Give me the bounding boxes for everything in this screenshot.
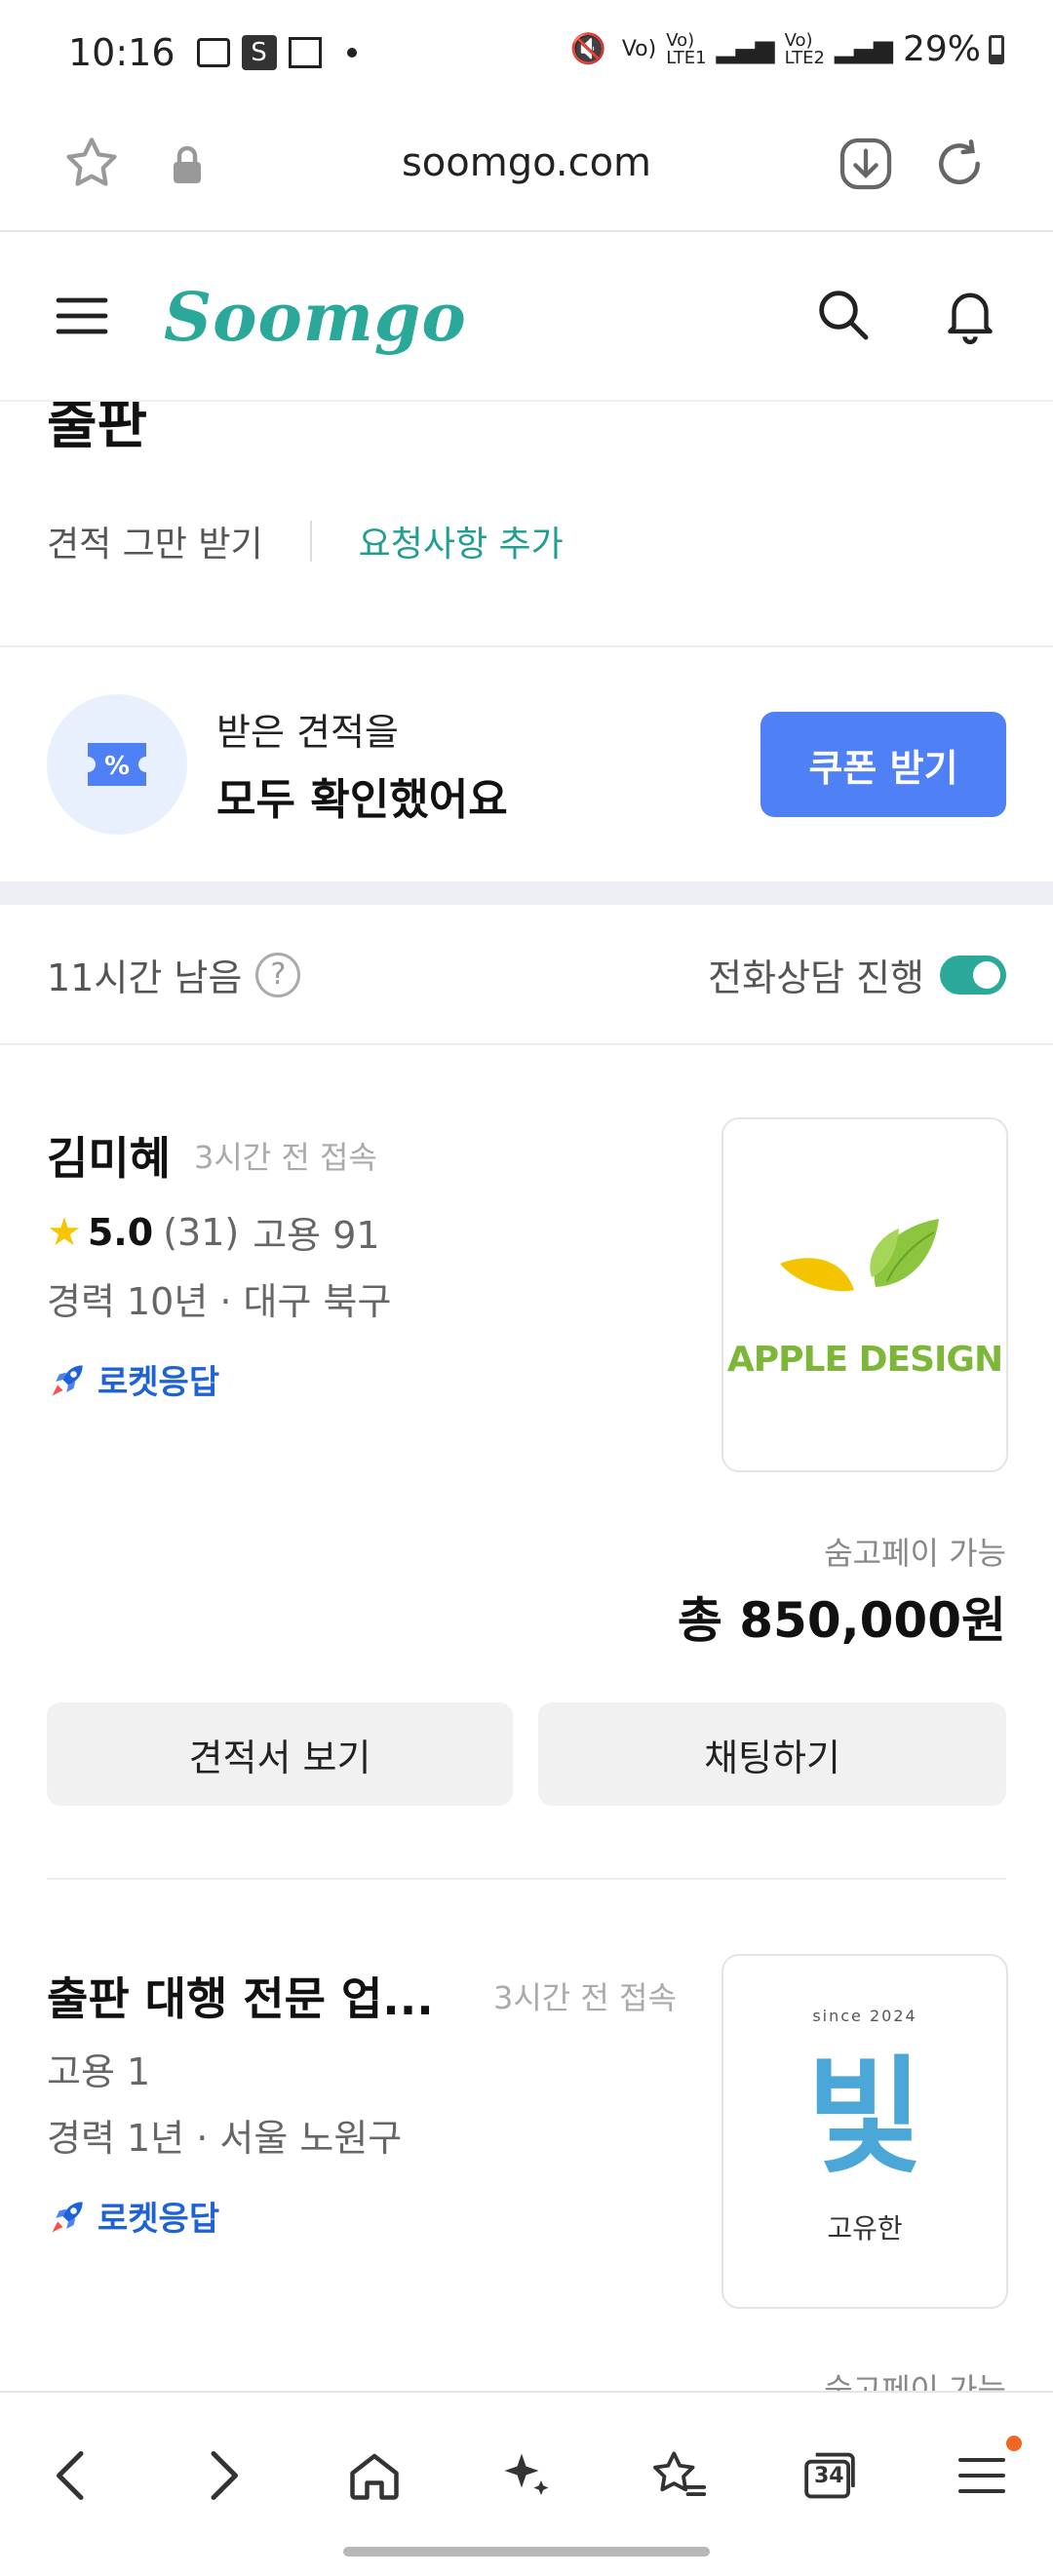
section-separator <box>0 881 1053 905</box>
search-icon[interactable] <box>811 283 874 349</box>
rocket-badge-label: 로켓응답 <box>98 1363 220 1402</box>
thumbnail-brand-text: APPLE DESIGN <box>726 1340 1003 1380</box>
svg-text:%: % <box>104 752 130 781</box>
hire-count: 고용 1 <box>47 2050 151 2093</box>
time-remaining: 11시간 남음 <box>47 956 243 999</box>
coupon-banner: % 받은 견적을 모두 확인했어요 쿠폰 받기 <box>0 647 1053 881</box>
wifi-icon: Vo) <box>621 37 657 61</box>
battery-icon <box>989 34 1004 64</box>
request-actions: 견적 그만 받기 요청사항 추가 <box>47 517 564 566</box>
bookmarks-icon[interactable] <box>635 2432 722 2519</box>
s-app-icon: S <box>241 35 277 70</box>
signal-bars1-icon: ▂▄▆ <box>716 34 775 64</box>
stop-quotes-link[interactable]: 견적 그만 받기 <box>47 516 263 566</box>
rocket-badge-label: 로켓응답 <box>98 2200 220 2239</box>
leaf-logo-icon <box>780 1219 939 1292</box>
status-time-group: 10:16 S <box>68 31 357 74</box>
get-coupon-button[interactable]: 쿠폰 받기 <box>760 712 1006 817</box>
hire-count: 고용 91 <box>253 1214 380 1257</box>
thumbnail-small-text: 고유한 <box>827 2212 903 2244</box>
download-icon[interactable] <box>835 133 897 199</box>
rocket-badge: 로켓응답 <box>47 2192 219 2240</box>
app-header: Soomgo <box>0 232 1053 402</box>
signal-bars2-icon: ▂▄▆ <box>834 34 893 64</box>
coupon-line1: 받은 견적을 <box>216 711 399 754</box>
status-time: 10:16 <box>68 31 176 74</box>
career-location: 경력 10년 · 대구 북구 <box>47 1280 392 1323</box>
last-seen: 3시간 전 접속 <box>193 1139 377 1176</box>
rocket-icon <box>52 1364 83 1395</box>
phone-consult-label: 전화상담 진행 <box>708 956 924 999</box>
pro-thumbnail: APPLE DESIGN <box>722 1117 1008 1472</box>
bottom-nav-items: 34 <box>27 2432 1026 2519</box>
browser-bar: soomgo.com <box>0 107 1053 232</box>
pro-name: 출판 대행 전문 업... <box>47 1972 434 2025</box>
sparkle-icon[interactable] <box>483 2432 570 2519</box>
review-count: (31) <box>163 1210 240 1254</box>
battery-text: 29% <box>902 29 981 69</box>
dot-icon <box>346 48 357 58</box>
pro-stats: ★ 5.0 (31) 고용 91 <box>47 1205 380 1259</box>
rocket-badge: 로켓응답 <box>47 1355 219 1403</box>
rating: 5.0 <box>87 1210 154 1254</box>
status-right: 🔇 Vo) Vo) LTE1 ▂▄▆ Vo) LTE2 ▂▄▆ 29% <box>569 29 1004 69</box>
star-icon: ★ <box>47 1209 82 1255</box>
phone-consult-group: 전화상담 진행 <box>708 948 1006 1001</box>
status-bar: 10:16 S 🔇 Vo) Vo) LTE1 ▂▄▆ Vo) LTE2 ▂▄▆ 29… <box>0 0 1053 107</box>
quote-card[interactable]: 출판 대행 전문 업... 3시간 전 접속 고용 1 경력 1년 · 서울 노… <box>0 1882 1053 2408</box>
divider <box>309 521 312 562</box>
divider <box>47 1878 1006 1880</box>
gallery-icon <box>196 38 230 67</box>
rocket-icon <box>52 2201 83 2232</box>
coupon-line2: 모두 확인했어요 <box>216 775 508 825</box>
add-request-link[interactable]: 요청사항 추가 <box>359 516 564 566</box>
soomgo-logo[interactable]: Soomgo <box>164 279 467 357</box>
thumbnail-since-text: since 2024 <box>812 2007 917 2025</box>
coupon-icon: % <box>88 743 146 786</box>
coupon-icon-wrap: % <box>47 694 187 835</box>
chat-button[interactable]: 채팅하기 <box>538 1702 1006 1806</box>
back-icon[interactable] <box>27 2432 115 2519</box>
signal-lte2-icon: Vo) LTE2 <box>784 29 825 68</box>
help-icon[interactable]: ? <box>255 952 301 997</box>
signal-lte1-icon: Vo) LTE1 <box>666 29 707 68</box>
time-bar: 11시간 남음 ? 전화상담 진행 <box>0 905 1053 1045</box>
notification-dot <box>1005 2436 1022 2451</box>
mute-icon: 🔇 <box>569 32 606 66</box>
menu-icon[interactable] <box>55 293 109 343</box>
reload-icon[interactable] <box>928 133 991 199</box>
tabs-count: 34 <box>813 2464 844 2488</box>
pro-header: 출판 대행 전문 업... <box>47 1964 434 2028</box>
price-total: 총 850,000원 <box>677 1592 1006 1649</box>
career-location: 경력 1년 · 서울 노원구 <box>47 2117 403 2160</box>
gesture-bar <box>343 2547 710 2556</box>
forward-icon[interactable] <box>179 2432 267 2519</box>
pro-header: 김미혜 3시간 전 접속 <box>47 1123 377 1188</box>
time-remaining-group: 11시간 남음 ? <box>47 948 301 1001</box>
soomgo-pay-label: 숨고페이 가능 <box>824 1535 1006 1572</box>
tabs-icon[interactable]: 34 <box>786 2432 874 2519</box>
phone-consult-toggle[interactable] <box>940 955 1006 995</box>
quote-card[interactable]: 김미혜 3시간 전 접속 ★ 5.0 (31) 고용 91 경력 10년 · 대… <box>0 1045 1053 1884</box>
calendar-icon <box>288 37 322 68</box>
pro-name: 김미혜 <box>47 1132 171 1185</box>
view-quote-button[interactable]: 견적서 보기 <box>47 1702 513 1806</box>
menu-icon[interactable] <box>938 2432 1026 2519</box>
last-seen: 3시간 전 접속 <box>493 1979 677 2016</box>
home-icon[interactable] <box>331 2432 418 2519</box>
bell-icon[interactable] <box>938 281 1002 351</box>
pro-thumbnail: since 2024 빛 고유한 <box>722 1954 1008 2309</box>
thumbnail-big-char: 빛 <box>806 2043 923 2191</box>
